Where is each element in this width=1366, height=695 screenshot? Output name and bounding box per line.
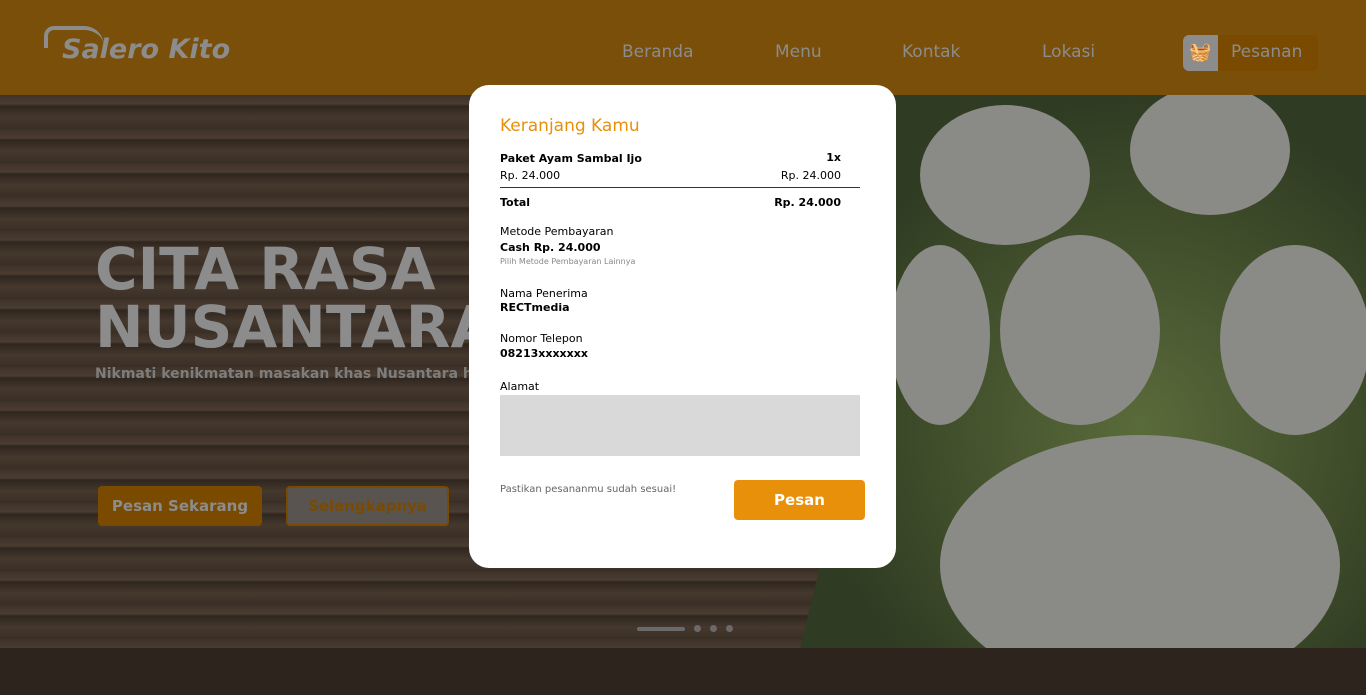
hero-subtitle: Nikmati kenikmatan masakan khas Nusantar… <box>95 366 470 382</box>
payment-label: Metode Pembayaran <box>500 225 614 238</box>
cart-modal: Keranjang Kamu Paket Ayam Sambal Ijo 1x … <box>469 85 896 568</box>
recipient-value[interactable]: RECTmedia <box>500 301 570 314</box>
carousel-dots[interactable] <box>637 625 733 632</box>
divider <box>500 187 860 188</box>
item-subtotal: Rp. 24.000 <box>780 169 841 182</box>
item-qty: 1x <box>826 151 841 164</box>
phone-value[interactable]: 08213xxxxxxx <box>500 347 588 360</box>
item-price: Rp. 24.000 <box>500 169 561 182</box>
cart-label: Pesanan <box>1231 42 1303 62</box>
address-label: Alamat <box>500 380 540 393</box>
payment-other-link[interactable]: Pilih Metode Pembayaran Lainnya <box>500 257 635 266</box>
order-button[interactable]: Pesan <box>734 480 865 520</box>
confirm-note: Pastikan pesananmu sudah sesuai! <box>500 484 677 495</box>
header: Salero Kito Beranda Menu Kontak Lokasi 🧺… <box>0 0 1366 95</box>
phone-label: Nomor Telepon <box>500 332 583 345</box>
payment-value: Cash Rp. 24.000 <box>500 241 601 254</box>
modal-title: Keranjang Kamu <box>500 116 640 136</box>
total-value: Rp. 24.000 <box>774 196 841 209</box>
order-now-button[interactable]: Pesan Sekarang <box>98 486 262 526</box>
item-name: Paket Ayam Sambal Ijo <box>500 152 642 165</box>
basket-icon: 🧺 <box>1183 35 1218 71</box>
recipient-label: Nama Penerima <box>500 287 588 300</box>
total-label: Total <box>500 196 531 209</box>
nav-beranda[interactable]: Beranda <box>622 42 694 62</box>
nav-menu[interactable]: Menu <box>775 42 822 62</box>
cart-button[interactable]: 🧺 Pesanan <box>1183 35 1318 71</box>
nav-kontak[interactable]: Kontak <box>902 42 960 62</box>
logo[interactable]: Salero Kito <box>62 34 230 65</box>
nav-lokasi[interactable]: Lokasi <box>1042 42 1095 62</box>
hero-title: CITA RASA NUSANTARA <box>95 235 496 361</box>
address-input[interactable] <box>500 395 860 456</box>
learn-more-button[interactable]: Selengkapnya <box>286 486 449 526</box>
